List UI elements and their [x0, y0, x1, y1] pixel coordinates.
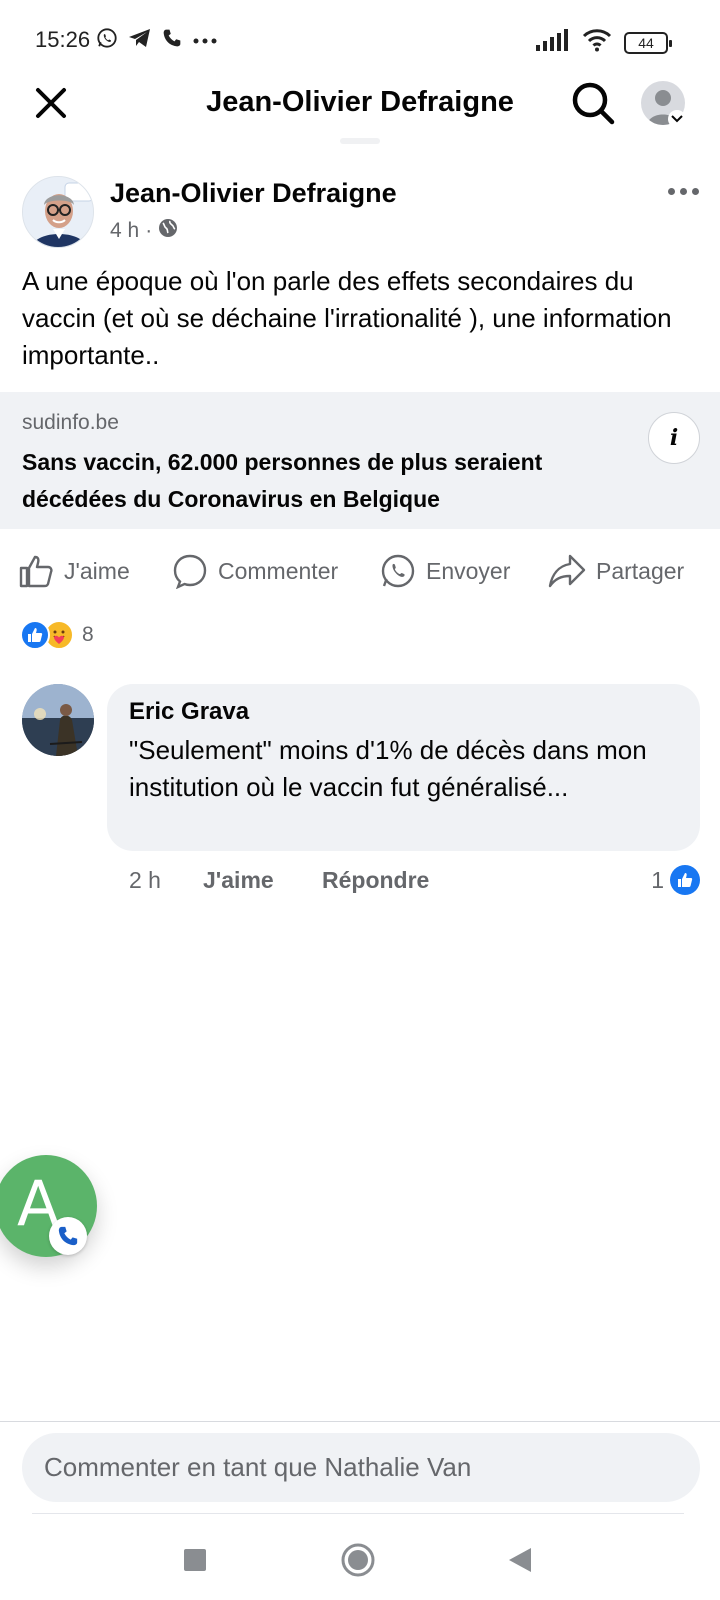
post-actions: J'aime Commenter Envoyer Partager [0, 545, 720, 597]
signal-icon [536, 29, 570, 56]
send-label: Envoyer [426, 557, 511, 584]
comment-input[interactable] [22, 1433, 700, 1502]
comment-like-button[interactable]: J'aime [203, 867, 274, 894]
whatsapp-icon [381, 554, 415, 588]
post-time[interactable]: 4 h [110, 219, 139, 243]
link-preview[interactable]: sudinfo.be Sans vaccin, 62.000 personnes… [0, 392, 720, 529]
post-author-name[interactable]: Jean-Olivier Defraigne [110, 178, 397, 209]
meta-separator: · [145, 219, 153, 242]
comment-button[interactable]: Commenter [172, 545, 338, 597]
comment-author-avatar[interactable] [22, 684, 94, 756]
telegram-icon [128, 27, 152, 54]
comment-label: Commenter [218, 557, 339, 584]
header-shadow [340, 138, 380, 144]
info-button[interactable]: i [648, 412, 700, 464]
home-button[interactable] [334, 1536, 382, 1584]
search-button[interactable] [568, 78, 618, 128]
post-meta: 4 h · [110, 218, 178, 244]
recents-icon [184, 1549, 206, 1571]
call-chat-head[interactable]: A [0, 1155, 97, 1257]
link-domain: sudinfo.be [22, 411, 119, 434]
recents-button[interactable] [171, 1536, 219, 1584]
thumbs-up-icon [19, 555, 53, 588]
close-icon [36, 88, 66, 118]
back-button[interactable] [496, 1536, 544, 1584]
back-icon [509, 1548, 531, 1572]
status-bar: 15:26 44 [0, 0, 720, 72]
status-system-icons: 44 [536, 28, 672, 57]
close-button[interactable] [28, 80, 74, 126]
send-button[interactable]: Envoyer [380, 545, 510, 597]
globe-icon [158, 218, 178, 244]
share-label: Partager [596, 557, 685, 584]
whatsapp-icon [96, 27, 118, 54]
top-bar: Jean-Olivier Defraigne [0, 72, 720, 134]
search-icon [572, 82, 615, 125]
more-dot [667, 187, 675, 195]
like-reaction-icon [20, 620, 50, 650]
system-nav-bar [0, 1520, 720, 1600]
like-button[interactable]: J'aime [18, 545, 130, 597]
post-text: A une époque où l'on parle des effets se… [22, 266, 672, 370]
share-icon [548, 554, 586, 588]
comment-footer: 2 h J'aime Répondre 1 [129, 864, 700, 898]
wifi-icon [582, 28, 612, 57]
phone-icon [49, 1217, 87, 1255]
info-icon: i [669, 425, 679, 451]
more-dot [691, 187, 699, 195]
like-label: J'aime [64, 557, 130, 584]
comment-like-count: 1 [651, 867, 664, 893]
more-dots-icon [192, 32, 218, 50]
battery-level: 44 [638, 34, 654, 51]
status-notification-icons [96, 27, 218, 54]
battery-icon: 44 [624, 31, 672, 54]
phone-icon [162, 28, 182, 53]
divider [0, 1421, 720, 1422]
more-dot [679, 187, 687, 195]
comment-time: 2 h [129, 867, 161, 893]
comment-reply-button[interactable]: Répondre [322, 867, 429, 894]
link-title: Sans vaccin, 62.000 personnes de plus se… [22, 449, 543, 512]
reaction-count: 8 [82, 623, 94, 646]
share-button[interactable]: Partager [548, 545, 684, 597]
reaction-summary[interactable]: 8 [20, 620, 94, 650]
comment-text: "Seulement" moins d'1% de décès dans mon… [129, 735, 647, 802]
home-icon [341, 1543, 375, 1577]
comment-bubble[interactable]: Eric Grava "Seulement" moins d'1% de déc… [107, 684, 700, 851]
post-author-avatar[interactable] [22, 176, 94, 248]
chevron-down-icon [668, 110, 686, 128]
post-more-button[interactable] [660, 178, 706, 204]
like-reaction-icon[interactable] [670, 865, 700, 895]
divider [32, 1513, 684, 1514]
status-time: 15:26 [35, 27, 91, 52]
comment-icon [173, 554, 207, 589]
profile-button[interactable] [638, 78, 688, 128]
comment-author-name[interactable]: Eric Grava [129, 698, 249, 726]
